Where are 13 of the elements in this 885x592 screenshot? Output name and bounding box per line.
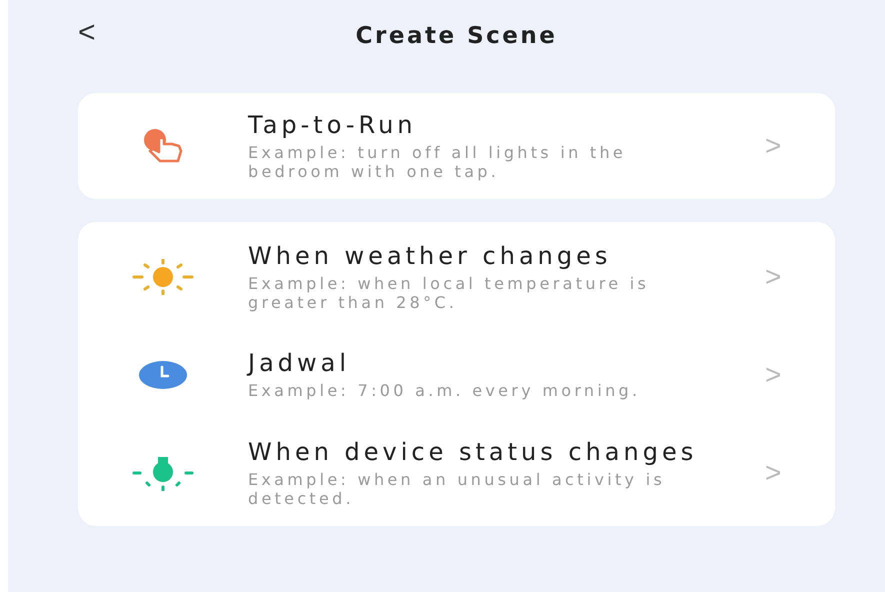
option-description: Example: turn off all lights in the bedroom with one tap.	[248, 142, 628, 180]
option-title[interactable]: When weather changes	[248, 242, 708, 270]
option-description: Example: 7:00 a.m. every morning.	[248, 381, 642, 400]
back-button[interactable]: <	[72, 18, 102, 48]
option-title[interactable]: When device status changes	[248, 438, 708, 466]
option-description: Example: when local temperature is greater than 28°C.	[248, 274, 650, 312]
option-title[interactable]: Tap-to-Run	[248, 112, 708, 138]
sun-icon	[131, 259, 195, 295]
page-title: Create Scene	[356, 23, 558, 49]
clock-icon	[138, 360, 188, 390]
option-description: Example: when an unusual activity is detected.	[248, 470, 666, 508]
bulb-icon	[131, 455, 195, 491]
option-title[interactable]: Jadwal	[248, 350, 708, 377]
